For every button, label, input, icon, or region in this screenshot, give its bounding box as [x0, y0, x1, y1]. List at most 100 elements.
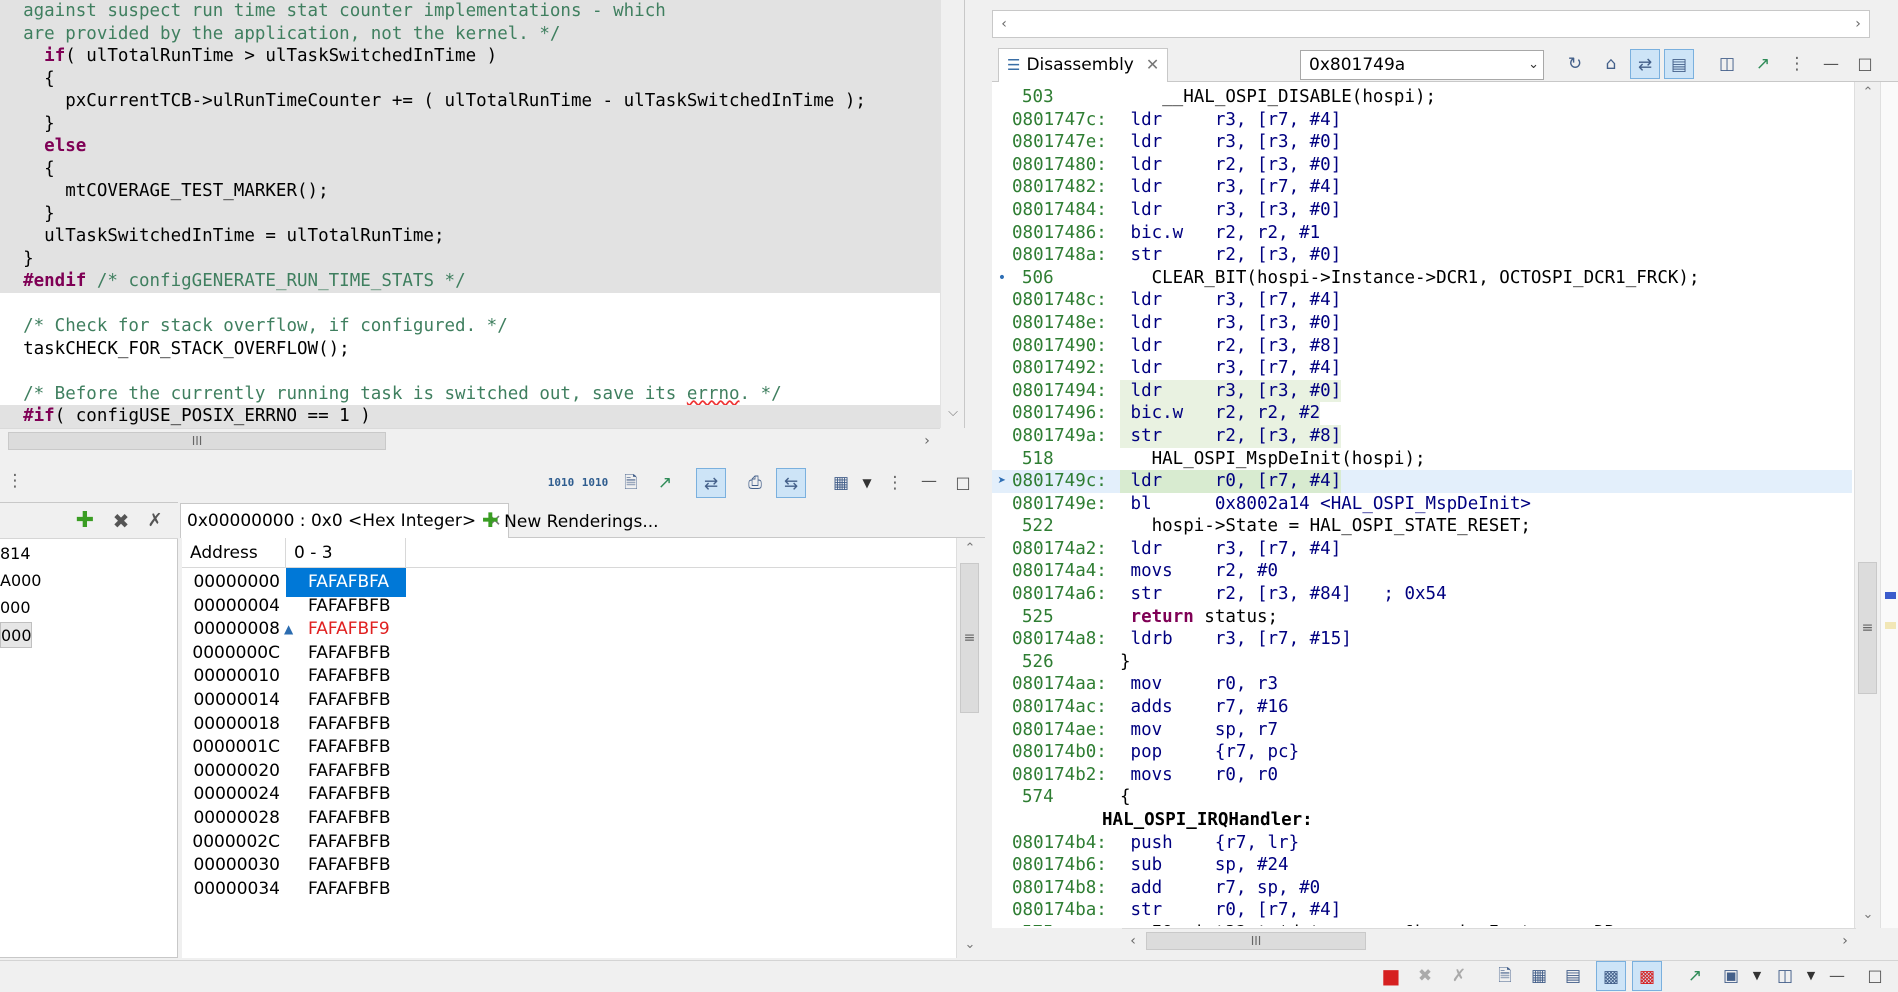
new-renderings-button[interactable]: ✚ New Renderings... [476, 503, 665, 538]
instruction-line[interactable]: 08017486: bic.w r2, r2, #1 [992, 222, 1852, 245]
instruction-line[interactable]: 08017482: ldr r3, [r7, #4] [992, 176, 1852, 199]
table-row[interactable]: 00000034 FAFAFBFB [182, 875, 956, 904]
disassembly-view[interactable]: 503 __HAL_OSPI_DISABLE(hospi); 0801747c: … [992, 82, 1898, 928]
instruction-line[interactable]: 08017496: bic.w r2, r2, #2 [992, 402, 1852, 425]
pin-console-icon[interactable]: ↗ [1680, 961, 1710, 991]
chevron-down-icon[interactable]: ⌄ [1528, 51, 1539, 79]
toggle-sync-icon[interactable]: ⇆ [776, 468, 806, 498]
instruction-line[interactable]: 08017490: ldr r2, [r3, #8] [992, 335, 1852, 358]
disassembly-horizontal-scrollbar[interactable]: ‹ III › [1122, 928, 1856, 952]
chart-icon[interactable]: ▦ [1524, 961, 1554, 991]
scroll-lock-icon[interactable]: ▤ [1558, 961, 1588, 991]
remove-monitor-icon[interactable]: ✖ [106, 506, 136, 536]
tab-disassembly[interactable]: ☰ Disassembly ✕ [998, 48, 1169, 82]
column-header-address[interactable]: Address [182, 538, 286, 568]
terminate-icon[interactable]: ■ [1376, 961, 1406, 991]
source-editor[interactable]: against suspect run time stat counter im… [0, 0, 965, 452]
instruction-line[interactable]: 08017492: ldr r3, [r7, #4] [992, 357, 1852, 380]
tab-hex-integer[interactable]: 0x00000000 : 0x0 <Hex Integer> ✕ [180, 503, 509, 538]
source-line[interactable]: 518 HAL_OSPI_MspDeInit(hospi); [992, 448, 1852, 471]
minimize-icon[interactable]: — [1816, 49, 1846, 79]
scroll-right-arrow-icon[interactable]: › [916, 429, 938, 453]
list-item-selected[interactable]: 000 [0, 622, 32, 648]
code-line[interactable]: if( ulTotalRunTime > ulTaskSwitchedInTim… [0, 45, 940, 68]
view-menu-icon[interactable]: ⋮ [1782, 49, 1812, 79]
source-line[interactable]: 574 { [992, 786, 1852, 809]
ruler-marker[interactable] [1885, 592, 1896, 599]
instruction-line[interactable]: 0801748c: ldr r3, [r7, #4] [992, 289, 1852, 312]
code-line[interactable]: #endif /* configGENERATE_RUN_TIME_STATS … [0, 270, 940, 293]
code-line[interactable]: else [0, 135, 940, 158]
instruction-line[interactable]: 080174a2: ldr r3, [r7, #4] [992, 538, 1852, 561]
column-header-range[interactable]: 0 - 3 [286, 538, 406, 568]
code-line[interactable]: #if( configUSE_POSIX_ERRNO == 1 ) [0, 405, 940, 428]
editor-vertical-scrollbar[interactable]: ⌵ [940, 0, 964, 428]
home-icon[interactable]: ⌂ [1596, 49, 1626, 79]
scroll-left-arrow-icon[interactable]: ‹ [1122, 929, 1144, 953]
code-line[interactable]: } [0, 202, 940, 225]
scroll-up-arrow-icon[interactable]: ⌃ [957, 538, 983, 560]
overview-ruler[interactable] [1880, 82, 1898, 928]
instruction-line[interactable]: 0801747c: ldr r3, [r7, #4] [992, 109, 1852, 132]
instruction-line[interactable]: 08017484: ldr r3, [r3, #0] [992, 199, 1852, 222]
memory-vertical-scrollbar[interactable]: ⌃ ≡ ⌄ [956, 538, 982, 958]
instruction-line[interactable]: 0801749e: bl 0x8002a14 <HAL_OSPI_MspDeIn… [992, 493, 1852, 516]
export-binary-icon[interactable]: 1010 [580, 468, 610, 498]
scroll-left-arrow-icon[interactable]: ‹ [993, 11, 1015, 37]
list-item[interactable]: 000 [0, 595, 31, 621]
instruction-line[interactable]: 0801749a: str r2, [r3, #8] [992, 424, 1852, 448]
disassembly-vertical-scrollbar[interactable]: ⌃ ≡ ⌄ [1854, 82, 1880, 928]
source-line[interactable]: 526} [992, 651, 1852, 674]
instruction-line[interactable]: 080174aa: mov r0, r3 [992, 673, 1852, 696]
minimize-icon[interactable]: — [914, 466, 944, 496]
maximize-icon[interactable]: □ [1850, 49, 1880, 79]
import-binary-icon[interactable]: 1010 [546, 468, 576, 498]
code-line[interactable]: /* Before the currently running task is … [0, 383, 940, 406]
memory-table[interactable]: Address 0 - 3 00000000 FAFAFBFA 00000004 FA… [182, 538, 956, 958]
instruction-line[interactable]: 080174ac: adds r7, #16 [992, 696, 1852, 719]
remove-all-launches-icon[interactable]: ✗ [1444, 961, 1474, 991]
disassembly-lines[interactable]: 503 __HAL_OSPI_DISABLE(hospi); 0801747c: … [992, 86, 1852, 926]
pin-view-icon[interactable]: ⎙ [740, 468, 770, 498]
address-combo[interactable]: 0x801749a ⌄ [1300, 50, 1544, 80]
link-memory-icon[interactable]: ⇄ [696, 468, 726, 498]
scroll-down-arrow-icon[interactable]: ⌄ [957, 934, 983, 956]
scroll-thumb[interactable]: III [1146, 932, 1366, 950]
scroll-thumb[interactable]: ≡ [1858, 562, 1877, 694]
open-new-view-icon[interactable]: ↗ [650, 468, 680, 498]
code-line[interactable]: { [0, 157, 940, 180]
scroll-right-arrow-icon[interactable]: › [1847, 11, 1869, 37]
chevron-down-icon[interactable]: ▼ [1742, 961, 1772, 991]
code-line[interactable]: against suspect run time stat counter im… [0, 0, 940, 23]
show-error-console-icon[interactable]: ▩ [1632, 961, 1662, 991]
program-counter-icon[interactable]: ➤ [992, 470, 1012, 492]
new-view-icon[interactable]: ◫ [1712, 49, 1742, 79]
ruler-marker[interactable] [1885, 622, 1896, 629]
code-line[interactable]: { [0, 67, 940, 90]
show-source-icon[interactable]: ▤ [1664, 49, 1694, 79]
editor-code-area[interactable]: against suspect run time stat counter im… [0, 0, 940, 430]
minimize-icon[interactable]: — [1822, 961, 1852, 991]
show-console-icon[interactable]: ▩ [1596, 961, 1626, 991]
instruction-line[interactable]: 0801747e: ldr r3, [r3, #0] [992, 131, 1852, 154]
instruction-line[interactable]: 080174b4: push {r7, lr} [992, 832, 1852, 855]
scroll-thumb[interactable]: III [8, 432, 386, 450]
horizontal-scrollbar[interactable]: ‹ › [992, 10, 1870, 38]
view-menu-icon[interactable]: ⋮ [880, 468, 910, 498]
code-line[interactable]: /* Check for stack overflow, if configur… [0, 315, 940, 338]
instruction-line[interactable]: 080174a8: ldrb r3, [r7, #15] [992, 628, 1852, 651]
source-line[interactable]: • 506 CLEAR_BIT(hospi->Instance->DCR1, OC… [992, 267, 1852, 290]
source-line[interactable]: 525 return status; [992, 606, 1852, 629]
list-item[interactable]: A000 [0, 568, 41, 594]
console-icon[interactable]: 🗎 [1490, 961, 1520, 991]
memory-value[interactable]: FAFAFBFB [286, 875, 406, 904]
instruction-line[interactable]: 080174a4: movs r2, #0 [992, 560, 1852, 583]
view-menu-icon[interactable]: ⋮ [0, 466, 30, 496]
maximize-icon[interactable]: □ [1860, 961, 1890, 991]
instruction-line[interactable]: 080174b6: sub sp, #24 [992, 854, 1852, 877]
instruction-line[interactable]: 08017494: ldr r3, [r3, #0] [992, 379, 1852, 403]
refresh-icon[interactable]: ↻ [1560, 49, 1590, 79]
open-external-icon[interactable]: ↗ [1748, 49, 1778, 79]
close-icon[interactable]: ✕ [1146, 55, 1159, 74]
instruction-line[interactable]: 080174b0: pop {r7, pc} [992, 741, 1852, 764]
